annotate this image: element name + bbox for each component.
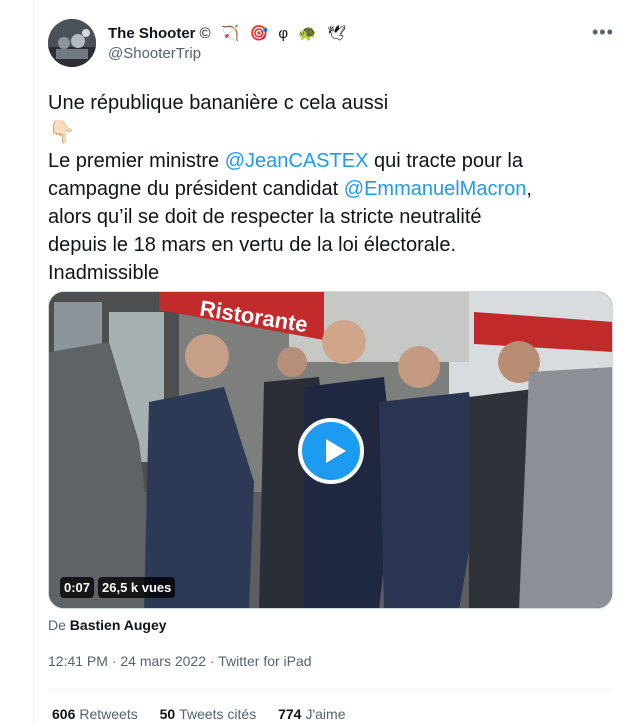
tweet-line-3-start: campagne du président candidat xyxy=(48,178,344,200)
video-duration-badge: 0:07 xyxy=(60,577,95,598)
mention-jeancastex[interactable]: @JeanCASTEX xyxy=(225,150,369,172)
tweet-date[interactable]: 24 mars 2022 xyxy=(120,653,206,669)
likes-label: J'aime xyxy=(305,706,346,722)
more-dots-icon[interactable]: ••• xyxy=(592,22,614,43)
tweet-meta: 12:41 PM · 24 mars 2022 · Twitter for iP… xyxy=(48,653,312,669)
retweets-stat[interactable]: 606 Retweets xyxy=(52,706,138,722)
play-triangle xyxy=(326,439,346,463)
likes-count: 774 xyxy=(278,706,302,722)
retweets-count: 606 xyxy=(52,706,76,722)
tweet-line-2-end: qui tracte pour la xyxy=(368,150,523,172)
video-attribution: De Bastien Augey xyxy=(48,617,167,633)
retweets-label: Retweets xyxy=(79,706,138,722)
tweet-text: Une république bananière c cela aussi 👇🏻… xyxy=(48,89,608,287)
tweet-line-3: campagne du président candidat @Emmanuel… xyxy=(48,175,608,203)
tweet-line-2-start: Le premier ministre xyxy=(48,150,225,172)
quotes-count: 50 xyxy=(159,706,176,722)
tweet-time[interactable]: 12:41 PM xyxy=(48,653,108,669)
video-views-badge: 26,5 k vues xyxy=(98,577,176,598)
avatar[interactable] xyxy=(48,19,96,67)
tweet-line-6: Inadmissible xyxy=(48,262,160,284)
meta-separator: · xyxy=(209,653,215,669)
tweet-line-2: Le premier ministre @JeanCASTEX qui trac… xyxy=(48,147,608,175)
author-name-text[interactable]: The Shooter xyxy=(108,25,196,42)
attribution-prefix: De xyxy=(48,617,66,633)
attribution-name[interactable]: Bastien Augey xyxy=(70,617,167,633)
mention-emmanuelmacron[interactable]: @EmmanuelMacron xyxy=(344,178,527,200)
meta-separator: · xyxy=(111,653,117,669)
divider xyxy=(48,689,613,690)
play-icon[interactable] xyxy=(298,418,364,484)
author-name[interactable]: The Shooter © 🏹 🎯 φ 🐢 🕊 xyxy=(108,24,349,42)
pointing-down-emoji-icon: 👇🏻 xyxy=(48,119,76,144)
author-handle[interactable]: @ShooterTrip xyxy=(108,45,201,62)
quotes-label: Tweets cités xyxy=(179,706,257,722)
tweet-line-1: Une république bananière c cela aussi xyxy=(48,92,389,114)
tweet-line-4: alors qu’il se doit de respecter la stri… xyxy=(48,206,482,228)
tweet-line-5: depuis le 18 mars en vertu de la loi éle… xyxy=(48,234,457,256)
author-emoji-suffix: © 🏹 🎯 φ 🐢 🕊 xyxy=(199,25,350,42)
tweet-stats: 606 Retweets 50 Tweets cités 774 J'aime xyxy=(52,706,364,722)
quotes-stat[interactable]: 50 Tweets cités xyxy=(160,706,257,722)
tweet-line-3-end: , xyxy=(526,178,532,200)
tweet-source[interactable]: Twitter for iPad xyxy=(218,653,311,669)
likes-stat[interactable]: 774 J'aime xyxy=(278,706,345,722)
